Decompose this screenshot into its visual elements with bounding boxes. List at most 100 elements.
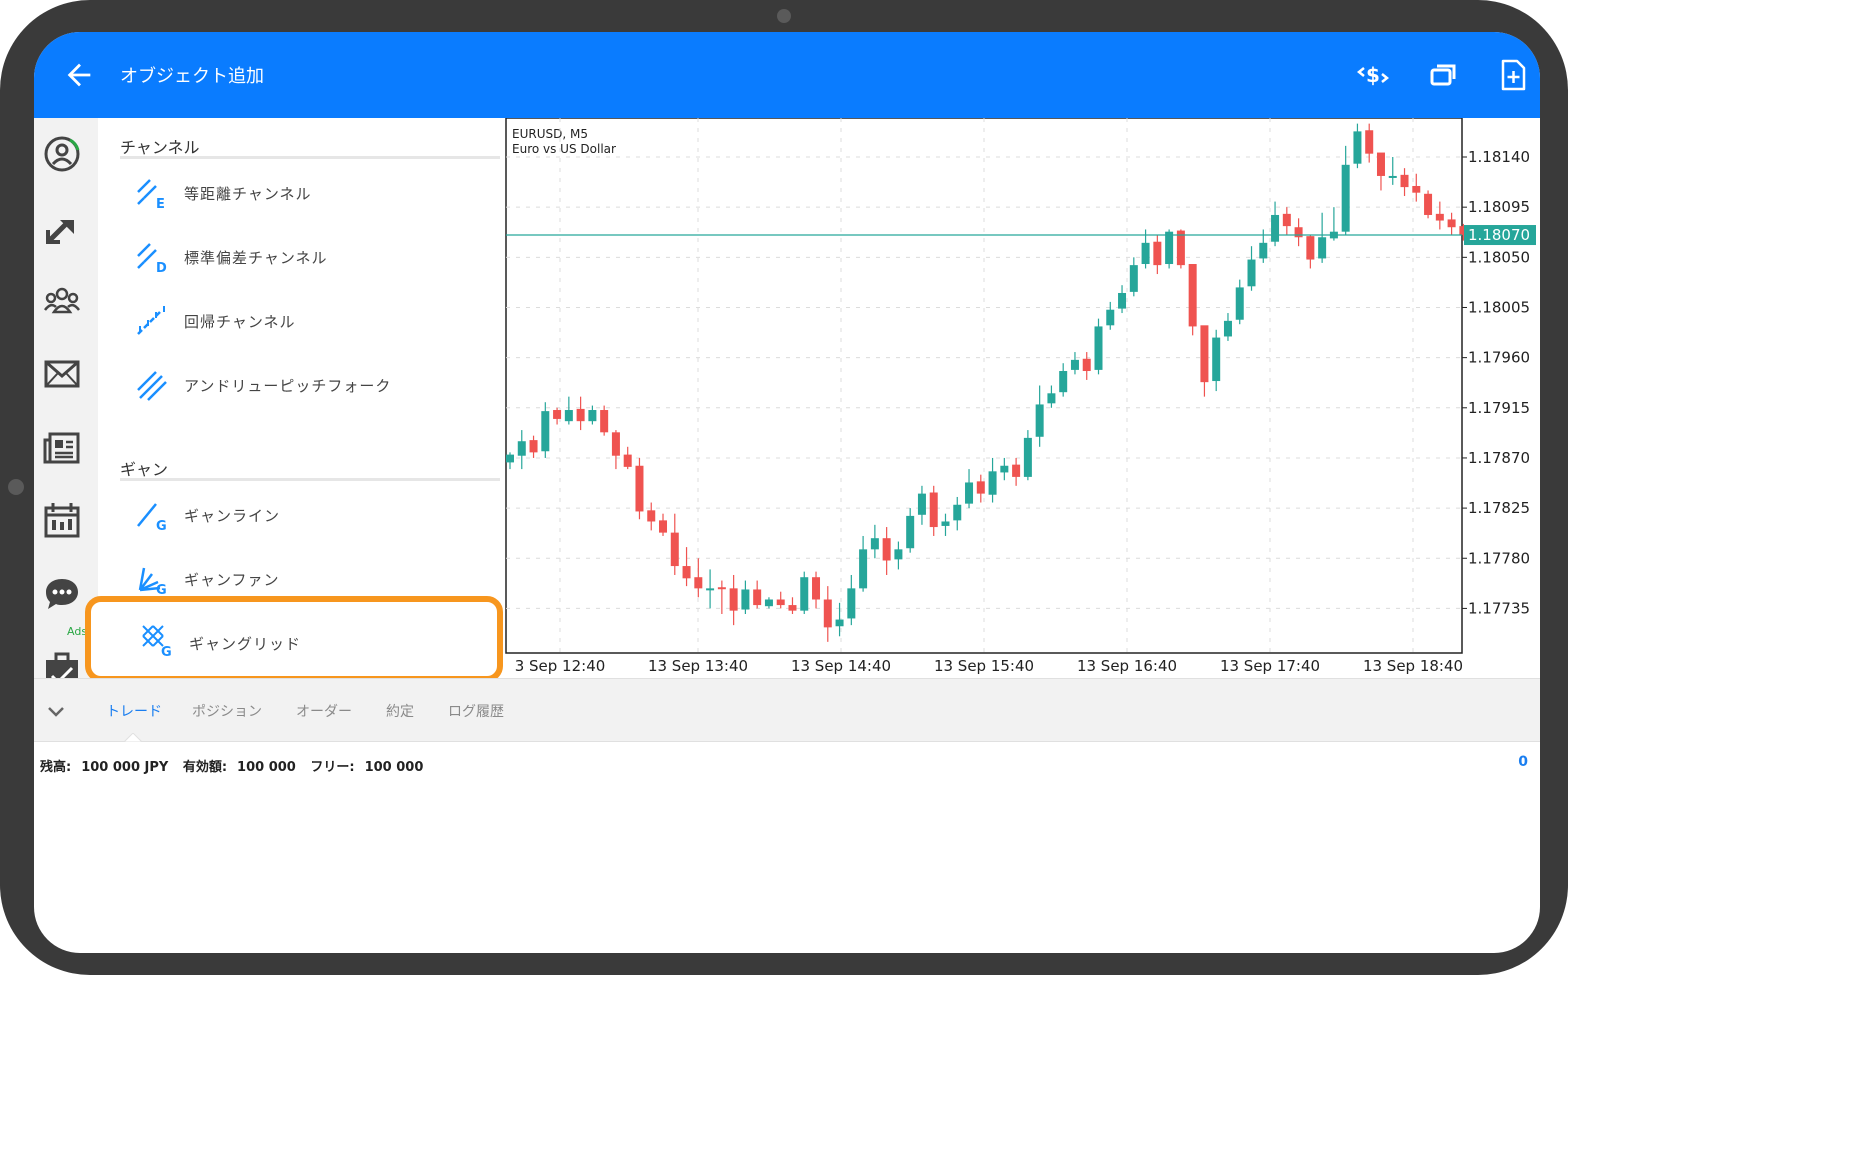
x-tick-label: 13 Sep 18:40 — [1363, 657, 1463, 675]
candle-body — [1176, 230, 1185, 266]
community-icon[interactable] — [42, 280, 82, 320]
screenshot-stage: オブジェクト追加 $ Ads チャンネル E 等距離チャンネル D 標準偏差チャ… — [0, 0, 1862, 1158]
candle-body — [1235, 287, 1244, 320]
list-item-label: ギャンファン — [184, 571, 280, 589]
candle-body — [941, 521, 950, 526]
candle-body — [1000, 465, 1009, 473]
chart-symbol: EURUSD, M5 — [512, 127, 588, 141]
list-item-label: ギャンライン — [184, 507, 281, 525]
candle-body — [776, 599, 785, 606]
svg-text:$: $ — [1366, 63, 1380, 87]
candle-body — [682, 566, 691, 579]
current-price-label: 1.18070 — [1468, 226, 1530, 244]
candle-body — [600, 410, 609, 433]
candle-body — [1035, 404, 1044, 437]
candle-body — [976, 481, 985, 494]
camera-dot — [777, 9, 791, 23]
candle-body — [1200, 325, 1209, 383]
gann-line-icon: G — [137, 503, 167, 532]
tab-trade[interactable]: トレード — [106, 701, 162, 721]
windows-icon[interactable] — [1426, 58, 1460, 92]
candle-series — [506, 123, 1468, 642]
x-tick-label: 13 Sep 14:40 — [791, 657, 891, 675]
candle-body — [1388, 175, 1397, 178]
candle-body — [929, 492, 938, 528]
candle-body — [1306, 236, 1315, 260]
back-arrow-icon[interactable] — [62, 58, 96, 92]
x-tick-label: 13 Sep 17:40 — [1220, 657, 1320, 675]
candle-body — [659, 520, 668, 533]
y-tick-label: 1.18005 — [1468, 298, 1530, 316]
economic-calendar-icon[interactable] — [42, 500, 82, 540]
y-tick-label: 1.18095 — [1468, 198, 1530, 216]
candle-body — [717, 587, 726, 590]
candle-body — [541, 411, 550, 452]
candle-body — [741, 589, 750, 610]
nav-rail: Ads — [34, 118, 98, 686]
list-item-label: アンドリューピッチフォーク — [184, 377, 392, 395]
candle-body — [823, 599, 832, 628]
candle-body — [517, 441, 526, 456]
chart-canvas[interactable]: EURUSD, M5 Euro vs US Dollar 1.181401.18… — [504, 117, 1540, 678]
list-item-std-dev-channel[interactable]: D 標準偏差チャンネル — [120, 228, 492, 284]
std-dev-channel-icon: D — [137, 243, 167, 274]
tab-positions[interactable]: ポジション — [192, 701, 262, 721]
y-tick-label: 1.17915 — [1468, 399, 1530, 417]
candle-body — [576, 408, 585, 422]
trade-arrows-icon[interactable] — [42, 208, 82, 248]
regression-channel-icon — [137, 306, 165, 335]
account-icon[interactable] — [42, 134, 82, 174]
y-tick-label: 1.17735 — [1468, 599, 1530, 617]
candle-body — [835, 619, 844, 627]
list-item-label: ギャングリッド — [189, 635, 302, 653]
list-item-equidistant-channel[interactable]: E 等距離チャンネル — [120, 164, 492, 220]
candle-body — [1424, 193, 1433, 215]
news-icon[interactable] — [42, 428, 82, 468]
candle-body — [788, 605, 797, 611]
candle-body — [647, 510, 656, 522]
candle-body — [894, 549, 903, 560]
candle-body — [1447, 219, 1456, 228]
candle-body — [1023, 437, 1032, 477]
tab-history[interactable]: ログ履歴 — [448, 701, 504, 721]
candle-body — [753, 589, 762, 606]
currency-exchange-icon[interactable]: $ — [1356, 58, 1390, 92]
candle-body — [1259, 242, 1268, 259]
svg-text:E: E — [156, 197, 165, 210]
balance-value: 100 000 JPY — [81, 760, 169, 775]
chart-grid — [506, 118, 1462, 653]
candle-body — [953, 504, 962, 521]
candle-body — [1129, 265, 1138, 292]
balance-label: 残高: — [40, 760, 72, 775]
candle-body — [847, 588, 856, 619]
add-document-icon[interactable] — [1496, 58, 1530, 92]
candle-body — [859, 549, 868, 589]
tab-deals[interactable]: 約定 — [386, 701, 414, 721]
candle-body — [1059, 371, 1068, 393]
chat-icon[interactable] — [42, 574, 82, 614]
list-item-gann-line[interactable]: G ギャンライン — [120, 486, 492, 542]
candle-body — [588, 410, 597, 422]
price-chart[interactable]: EURUSD, M5 Euro vs US Dollar 1.18140 1.18… — [504, 117, 1540, 678]
candle-body — [1188, 264, 1197, 327]
section-divider — [120, 156, 500, 159]
list-item-regression-channel[interactable]: 回帰チャンネル — [120, 292, 492, 348]
mail-icon[interactable] — [42, 354, 82, 394]
list-item-gann-grid[interactable]: G ギャングリッド — [123, 610, 463, 666]
gann-grid-icon: G — [142, 625, 172, 658]
candle-body — [906, 515, 915, 549]
candle-body — [965, 482, 974, 504]
list-item-andrews-pitchfork[interactable]: アンドリューピッチフォーク — [120, 356, 492, 412]
active-tab-indicator — [124, 733, 142, 742]
current-price-line: 1.18070 — [506, 225, 1536, 246]
x-tick-label: 13 Sep 16:40 — [1077, 657, 1177, 675]
candle-body — [1070, 359, 1079, 370]
side-button — [8, 479, 24, 495]
candle-body — [988, 471, 997, 495]
tab-orders[interactable]: オーダー — [296, 701, 352, 721]
y-axis: 1.18140 1.18095 1.18050 1.18005 1.17960 1.179… — [1462, 148, 1530, 617]
candle-body — [1247, 259, 1256, 287]
candle-body — [812, 577, 821, 600]
chevron-down-icon[interactable] — [44, 699, 68, 723]
candle-body — [623, 454, 632, 467]
